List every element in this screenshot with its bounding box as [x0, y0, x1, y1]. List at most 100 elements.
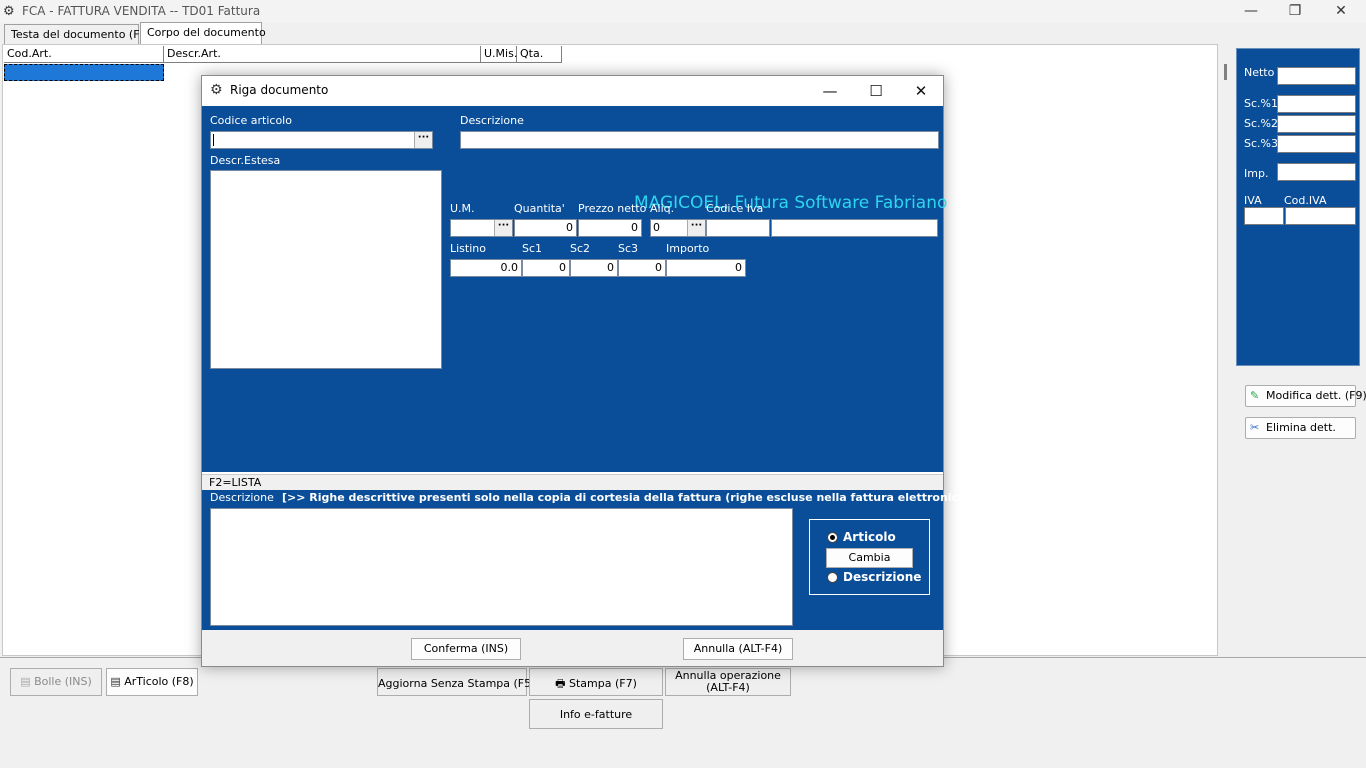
dialog-close-button[interactable]: ✕	[901, 79, 941, 103]
codice-iva-label: Codice Iva	[706, 202, 764, 215]
codice-iva-input[interactable]	[706, 219, 770, 237]
importo-label: Importo	[666, 242, 710, 255]
printer-icon: 🖶	[555, 677, 566, 690]
importo-input[interactable]: 0	[666, 259, 746, 277]
grid-scrollbar[interactable]	[1224, 64, 1227, 80]
listino-label: Listino	[450, 242, 486, 255]
descrittive-section: Descrizione [>> Righe descrittive presen…	[202, 490, 998, 630]
modifica-dettaglio-button[interactable]: ✎ Modifica dett. (F9)	[1245, 385, 1366, 407]
window-titlebar: ⚙ FCA - FATTURA VENDITA -- TD01 Fattura …	[0, 0, 1366, 23]
descr-estesa-label: Descr.Estesa	[210, 154, 281, 167]
listino-input[interactable]: 0.0	[450, 259, 522, 277]
aggiorna-senza-stampa-button[interactable]: Aggiorna Senza Stampa (F5)	[377, 668, 535, 696]
prezzo-netto-label: Prezzo netto	[578, 202, 647, 215]
sc2-field[interactable]	[1277, 115, 1356, 133]
iva-field[interactable]	[1244, 207, 1284, 225]
totals-panel: Netto Sc.%1 Sc.%2 Sc.%3 Imp. IVA Cod.IVA	[1236, 48, 1360, 366]
dialog-footer: Conferma (INS) Annulla (ALT-F4)	[202, 630, 943, 666]
sc1-field[interactable]	[1277, 95, 1356, 113]
cod-iva-field[interactable]	[1285, 207, 1356, 225]
annulla-op-line2: (ALT-F4)	[706, 681, 750, 694]
dialog-minimize-button[interactable]: —	[810, 79, 850, 103]
restore-button[interactable]: ❐	[1272, 0, 1318, 23]
close-button[interactable]: ✕	[1318, 0, 1364, 23]
delete-icon: ✂	[1250, 421, 1260, 434]
tipo-riga-group: Articolo Cambia Descrizione	[809, 519, 930, 595]
descr-estesa-textarea[interactable]	[210, 170, 442, 369]
imp-field[interactable]	[1277, 163, 1356, 181]
riga-documento-dialog: ⚙ Riga documento — ☐ ✕ Codice articolo ·…	[201, 75, 998, 667]
window-title: FCA - FATTURA VENDITA -- TD01 Fattura	[22, 4, 261, 18]
col-header-qta[interactable]: Qta.	[517, 46, 562, 63]
aliq-label: Aliq.	[650, 202, 675, 215]
modifica-label: Modifica dett. (F9)	[1266, 389, 1366, 402]
col-header-umis[interactable]: U.Mis.	[481, 46, 517, 63]
iva-label: IVA	[1244, 194, 1262, 207]
codice-articolo-label: Codice articolo	[210, 114, 292, 127]
articolo-button[interactable]: ▤ ArTicolo (F8)	[106, 668, 198, 696]
dialog-maximize-button[interactable]: ☐	[856, 79, 896, 103]
descrittiva-textarea[interactable]	[210, 508, 793, 626]
col-header-cod-art[interactable]: Cod.Art.	[4, 46, 164, 63]
radio-articolo-label: Articolo	[843, 530, 896, 544]
codice-articolo-input[interactable]: ···	[210, 131, 433, 149]
dialog-body: Codice articolo ··· Descrizione Descr.Es…	[202, 106, 947, 472]
codice-articolo-lookup-button[interactable]: ···	[414, 132, 432, 148]
bolle-icon: ▤	[20, 675, 31, 688]
aliq-value: 0	[653, 221, 660, 234]
radio-descrizione-label: Descrizione	[843, 570, 922, 584]
conferma-button[interactable]: Conferma (INS)	[411, 638, 521, 660]
cambia-button[interactable]: Cambia	[826, 548, 913, 568]
codice-iva-descrizione-input[interactable]	[771, 219, 938, 237]
sc1-dlg-label: Sc1	[522, 242, 543, 255]
descrizione-label: Descrizione	[460, 114, 524, 127]
annulla-button[interactable]: Annulla (ALT-F4)	[683, 638, 793, 660]
lower-descrizione-label: Descrizione	[210, 491, 274, 504]
um-label: U.M.	[450, 202, 475, 215]
radio-articolo[interactable]	[827, 532, 838, 543]
annulla-operazione-button[interactable]: Annulla operazione (ALT-F4)	[665, 668, 791, 696]
aliq-lookup-button[interactable]: ···	[687, 220, 705, 236]
sc2-input[interactable]: 0	[570, 259, 618, 277]
imp-label: Imp.	[1244, 167, 1269, 180]
grid-selected-cell[interactable]	[4, 64, 164, 81]
minimize-button[interactable]: —	[1228, 0, 1274, 23]
articolo-label: ArTicolo (F8)	[124, 675, 194, 688]
bolle-label: Bolle (INS)	[34, 675, 92, 688]
netto-label: Netto	[1244, 66, 1275, 79]
um-input[interactable]: ···	[450, 219, 513, 237]
cod-iva-label: Cod.IVA	[1284, 194, 1327, 207]
aliq-input[interactable]: 0 ···	[650, 219, 706, 237]
sc1-label: Sc.%1	[1244, 97, 1278, 110]
quantita-input[interactable]: 0	[514, 219, 577, 237]
sc3-input[interactable]: 0	[618, 259, 666, 277]
tab-corpo-documento[interactable]: Corpo del documento	[140, 22, 266, 44]
dialog-title: Riga documento	[230, 83, 329, 97]
elimina-dettaglio-button[interactable]: ✂ Elimina dett.	[1245, 417, 1356, 439]
info-efatture-button[interactable]: Info e-fatture	[529, 699, 663, 729]
elimina-label: Elimina dett.	[1266, 421, 1336, 434]
descrittive-note: [>> Righe descrittive presenti solo nell…	[282, 491, 998, 504]
sc2-dlg-label: Sc2	[570, 242, 591, 255]
sc3-dlg-label: Sc3	[618, 242, 639, 255]
dialog-gear-icon: ⚙	[210, 82, 223, 98]
tab-testa-documento[interactable]: Testa del documento (F6)	[4, 24, 151, 44]
articolo-icon: ▤	[110, 675, 121, 688]
bolle-button[interactable]: ▤ Bolle (INS)	[10, 668, 102, 696]
sc3-label: Sc.%3	[1244, 137, 1278, 150]
edit-icon: ✎	[1250, 389, 1260, 402]
prezzo-netto-input[interactable]: 0	[578, 219, 642, 237]
netto-field[interactable]	[1277, 67, 1356, 85]
stampa-button[interactable]: 🖶 Stampa (F7)	[529, 668, 663, 696]
f2-lista-hint: F2=LISTA	[202, 474, 943, 490]
um-lookup-button[interactable]: ···	[494, 220, 512, 236]
sc2-label: Sc.%2	[1244, 117, 1278, 130]
sc1-input[interactable]: 0	[522, 259, 570, 277]
radio-descrizione[interactable]	[827, 572, 838, 583]
quantita-label: Quantita'	[514, 202, 565, 215]
descrizione-input[interactable]	[460, 131, 939, 149]
brand-text: MAGICOEL, Futura Software Fabriano	[634, 193, 948, 213]
sc3-field[interactable]	[1277, 135, 1356, 153]
app-gear-icon: ⚙	[3, 4, 15, 19]
col-header-descr-art[interactable]: Descr.Art.	[164, 46, 481, 63]
